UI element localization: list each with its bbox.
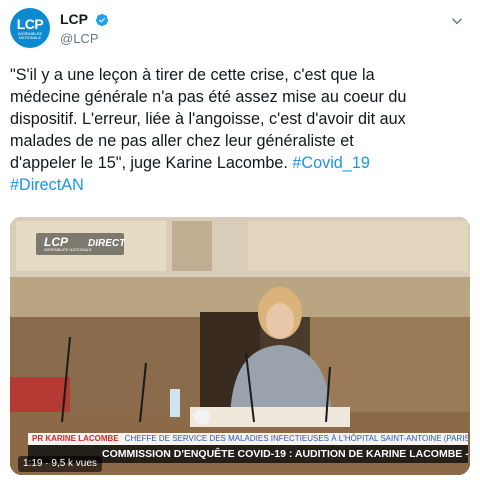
display-name[interactable]: LCP xyxy=(60,11,88,28)
avatar-subtitle: ASSEMBLÉE NATIONALE xyxy=(17,31,43,40)
account-name-block[interactable]: LCP @LCP xyxy=(60,11,109,47)
speaker-info: PR KARINE LACOMBE CHEFFE DE SERVICE DES M… xyxy=(28,433,468,445)
hashtag-directan[interactable]: #DirectAN xyxy=(10,176,84,194)
tweet-header: LCP ASSEMBLÉE NATIONALE LCP @LCP xyxy=(10,8,470,52)
verified-badge-icon xyxy=(96,13,109,26)
speaker-name: PR KARINE LACOMBE xyxy=(32,434,119,443)
channel-watermark: LCP ASSEMBLÉE NATIONALE DIRECT xyxy=(36,233,126,255)
watermark-subtitle: ASSEMBLÉE NATIONALE xyxy=(44,247,92,252)
live-label: DIRECT xyxy=(88,238,126,249)
account-avatar[interactable]: LCP ASSEMBLÉE NATIONALE xyxy=(10,8,50,48)
more-options-chevron-icon[interactable] xyxy=(450,14,464,28)
avatar-logo: LCP xyxy=(16,16,44,32)
tweet-text: "S'il y a une leçon à tirer de cette cri… xyxy=(10,64,470,196)
video-duration-views: 1:19 · 9,5 k vues xyxy=(18,456,102,472)
video-player[interactable]: LCP ASSEMBLÉE NATIONALE DIRECT PR KARINE… xyxy=(10,217,470,475)
speaker-role: CHEFFE DE SERVICE DES MALADIES INFECTIEU… xyxy=(124,434,468,443)
account-handle[interactable]: @LCP xyxy=(60,30,109,47)
hashtag-covid[interactable]: #Covid_19 xyxy=(292,154,369,172)
